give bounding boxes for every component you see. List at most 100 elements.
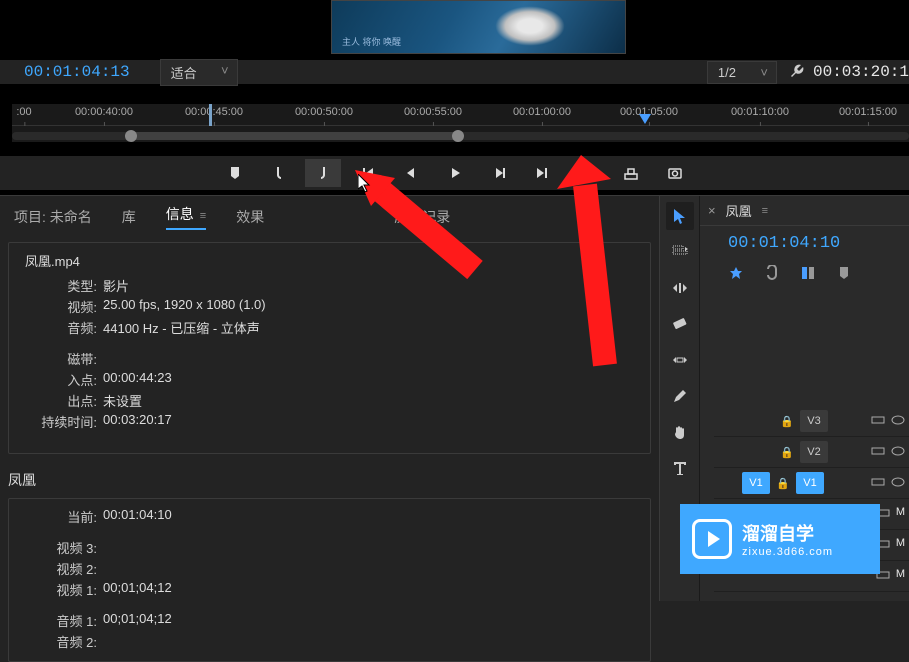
ruler-tick: :00 [16,106,31,118]
a1-label: 音频 1: [21,611,97,630]
playhead-timecode[interactable]: 00:01:04:13 [24,63,130,81]
toggle-output-icon[interactable] [871,475,885,492]
track-row-v1[interactable]: V1 🔒 V1 [714,468,909,499]
zoom-fit-dropdown[interactable]: 适合 [160,59,238,86]
mute-label[interactable]: M [896,568,905,585]
v1-label: 视频 1: [21,580,97,599]
step-forward-button[interactable] [481,159,517,187]
tab-effects[interactable]: 效果 [236,207,264,227]
inpoint-value: 00:00:44:23 [103,370,172,389]
ripple-edit-tool[interactable] [666,274,694,302]
type-label: 类型: [21,276,97,295]
type-value: 影片 [103,276,129,295]
hand-tool[interactable] [666,418,694,446]
playhead-marker[interactable] [639,104,651,126]
lock-icon[interactable]: 🔒 [774,477,792,490]
track-row-v2[interactable]: 🔒 V2 [714,437,909,468]
slip-tool[interactable] [666,346,694,374]
add-marker-icon[interactable] [800,265,816,284]
toggle-output-icon[interactable] [871,413,885,430]
in-point-marker[interactable] [209,104,212,126]
monitor-control-row: 00:01:04:13 适合 1/2 00:03:20:1 [0,60,909,84]
duration-value: 00:03:20:17 [103,412,172,431]
tape-label: 磁带: [21,349,97,368]
mute-label[interactable]: M [896,506,905,523]
mute-label[interactable]: M [896,537,905,554]
snap-icon[interactable] [728,265,744,284]
tab-project[interactable]: 项目: 未命名 [14,207,92,227]
audio-value: 44100 Hz - 已压缩 - 立体声 [103,318,260,337]
a2-label: 音频 2: [21,632,97,651]
insert-button[interactable] [569,159,605,187]
source-monitor-panel: 主人 将你 唤醒 00:01:04:13 适合 1/2 00:03:20:1 :… [0,0,909,196]
eye-icon[interactable] [891,413,905,430]
timeline-option-icons [700,261,909,294]
play-button[interactable] [437,159,473,187]
track-label-v1[interactable]: V1 [796,472,824,494]
outpoint-value: 未设置 [103,391,142,410]
duration-label: 持续时间: [21,412,97,431]
panel-menu-icon[interactable]: ≡ [200,210,206,222]
inpoint-label: 入点: [21,370,97,389]
scrub-handle-left[interactable] [125,130,137,142]
ruler-tick: 00:00:55:00 [404,106,462,118]
tab-history[interactable]: 历史记录 [394,207,450,227]
duration-timecode: 00:03:20:1 [813,63,909,81]
a1-value: 00;01;04;12 [103,611,172,630]
linked-selection-icon[interactable] [764,265,780,284]
tab-library[interactable]: 库 [122,207,136,227]
timeline-menu-icon[interactable]: ≡ [762,205,768,217]
track-label-v2[interactable]: V2 [800,441,828,463]
transport-bar [0,156,909,190]
scrub-handle-right[interactable] [452,130,464,142]
pen-tool[interactable] [666,382,694,410]
track-label-v3[interactable]: V3 [800,410,828,432]
type-tool[interactable] [666,454,694,482]
timeline-settings-icon[interactable] [836,265,852,284]
track-select-tool[interactable] [666,238,694,266]
timeline-timecode[interactable]: 00:01:04:10 [700,226,909,261]
time-ruler[interactable]: :00 00:00:40:00 00:00:45:00 00:00:50:00 … [12,104,909,142]
timeline-tab-close-icon[interactable]: × [708,203,716,218]
selection-tool[interactable] [666,202,694,230]
preview-caption: 主人 将你 唤醒 [342,35,401,48]
ruler-tick: 00:00:50:00 [295,106,353,118]
v2-label: 视频 2: [21,559,97,578]
resolution-dropdown[interactable]: 1/2 [707,61,777,84]
export-frame-button[interactable] [657,159,693,187]
eye-icon[interactable] [891,444,905,461]
watermark-title: 溜溜自学 [742,520,833,546]
toggle-output-icon[interactable] [871,444,885,461]
tab-info[interactable]: 信息≡ [166,204,206,230]
current-label: 当前: [21,507,97,526]
mark-out-button[interactable] [305,159,341,187]
lock-icon[interactable]: 🔒 [778,415,796,428]
watermark-url: zixue.3d66.com [742,546,833,558]
overwrite-button[interactable] [613,159,649,187]
track-row-v3[interactable]: 🔒 V3 [714,406,909,437]
video-label: 视频: [21,297,97,316]
add-marker-button[interactable] [217,159,253,187]
ruler-tick: 00:01:15:00 [839,106,897,118]
current-value: 00:01:04:10 [103,507,172,526]
settings-wrench-icon[interactable] [789,63,805,82]
eye-icon[interactable] [891,475,905,492]
step-back-button[interactable] [393,159,429,187]
ruler-tick: 00:01:10:00 [731,106,789,118]
audio-label: 音频: [21,318,97,337]
go-to-in-button[interactable] [349,159,385,187]
lock-icon[interactable]: 🔒 [778,446,796,459]
razor-tool[interactable] [666,310,694,338]
ruler-tick: 00:00:45:00 [185,106,243,118]
video-value: 25.00 fps, 1920 x 1080 (1.0) [103,297,266,316]
go-to-out-button[interactable] [525,159,561,187]
v3-label: 视频 3: [21,538,97,557]
scrub-bar[interactable] [12,132,909,140]
panel-tab-bar: 项目: 未命名 库 信息≡ 效果 历史记录 [0,202,659,232]
ruler-tick: 00:00:40:00 [75,106,133,118]
mark-in-button[interactable] [261,159,297,187]
timeline-tab-title[interactable]: 凤凰 [726,201,752,220]
source-patch-v1[interactable]: V1 [742,472,770,494]
ruler-tick: 00:01:00:00 [513,106,571,118]
preview-thumbnail[interactable]: 主人 将你 唤醒 [331,0,626,54]
